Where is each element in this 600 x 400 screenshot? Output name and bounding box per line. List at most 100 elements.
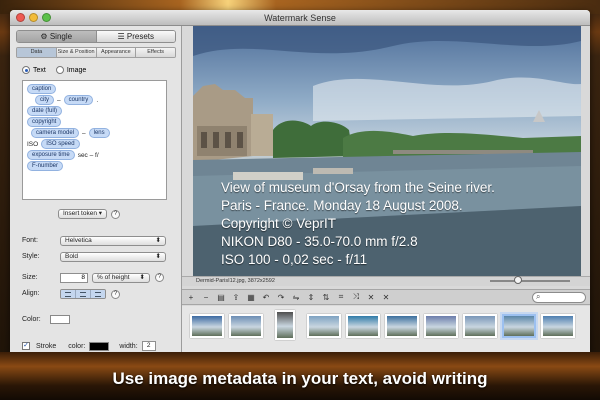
shuffle-icon[interactable]: ⤨ xyxy=(351,292,361,302)
rotate-right-icon[interactable]: ↷ xyxy=(276,293,286,302)
help-icon[interactable]: ? xyxy=(111,209,121,219)
watermark-line: Copyright © VeprIT xyxy=(221,216,336,231)
insert-token-row: Insert token ▾ ? xyxy=(58,209,121,219)
metadata-token[interactable]: copyright xyxy=(27,117,62,127)
search-input[interactable] xyxy=(532,292,586,303)
presets-mode-button[interactable]: ☰ Presets xyxy=(95,31,175,42)
align-left-icon xyxy=(65,291,71,297)
help-icon[interactable]: ? xyxy=(111,290,120,299)
watermark-overlay-text: View of museum d'Orsay from the Seine ri… xyxy=(221,179,495,269)
size-input[interactable]: 8 xyxy=(60,273,88,283)
tab-effects[interactable]: Effects xyxy=(135,48,175,57)
align-center-icon xyxy=(80,291,86,297)
text-line: city – country. xyxy=(27,95,162,105)
promo-caption: Use image metadata in your text, avoid w… xyxy=(112,369,488,388)
photo-thumbnail[interactable] xyxy=(385,314,419,338)
rotate-left-icon[interactable]: ↶ xyxy=(261,293,271,302)
zoom-button[interactable] xyxy=(42,13,51,22)
photo-thumbnail[interactable] xyxy=(307,314,341,338)
photo-thumbnail[interactable] xyxy=(541,314,575,338)
text-line: copyright xyxy=(27,117,162,127)
tab-appearance[interactable]: Appearance xyxy=(95,48,136,57)
text-radio[interactable]: Text xyxy=(22,66,46,74)
align-left-button[interactable] xyxy=(61,290,76,298)
tab-size-position[interactable]: Size & Position xyxy=(55,48,96,57)
settings-tabs: Data Size & Position Appearance Effects xyxy=(16,47,176,58)
text-line: F-number xyxy=(27,161,162,171)
browser-toolbar: + − ▤ ⇪ ▦ ↶ ↷ ⇋ ⇕ ⇅ ⌗ ⤨ ✕ ✕ xyxy=(182,289,590,305)
metadata-token[interactable]: lens xyxy=(88,128,110,138)
tab-data[interactable]: Data xyxy=(17,48,56,57)
font-label: Font: xyxy=(22,237,38,244)
stroke-color-well[interactable] xyxy=(89,341,110,351)
metadata-token[interactable]: camera model xyxy=(31,128,80,138)
metadata-token[interactable]: caption xyxy=(27,84,57,94)
metadata-token[interactable]: city xyxy=(35,95,54,105)
image-preview[interactable]: View of museum d'Orsay from the Seine ri… xyxy=(193,26,581,276)
image-radio[interactable]: Image xyxy=(55,66,86,74)
metadata-token[interactable]: exposure time xyxy=(27,150,75,160)
help-icon[interactable]: ? xyxy=(155,273,164,282)
photo-thumbnail[interactable] xyxy=(275,310,295,340)
photo-thumbnail[interactable] xyxy=(229,314,263,338)
minimize-button[interactable] xyxy=(29,13,38,22)
export-icon[interactable]: ⇪ xyxy=(231,293,241,302)
close-all-icon[interactable]: ✕ xyxy=(366,293,376,302)
collapse-icon[interactable]: ✕ xyxy=(381,293,391,302)
text-separator: – xyxy=(57,96,61,104)
remove-icon[interactable]: − xyxy=(201,293,211,302)
stroke-width-label: width: xyxy=(119,342,138,350)
window-title: Watermark Sense xyxy=(264,13,336,23)
style-popup[interactable]: Bold ⬍ xyxy=(60,252,166,262)
stroke-width-input[interactable]: 2 xyxy=(141,341,156,351)
metadata-token[interactable]: country xyxy=(63,95,94,105)
settings-panel: ⚙ Single ☰ Presets Data Size & Position … xyxy=(10,26,182,356)
align-center-button[interactable] xyxy=(76,290,91,298)
resize-icon[interactable]: ⇕ xyxy=(306,293,316,302)
photo-thumbnail[interactable] xyxy=(424,314,458,338)
insert-token-popup[interactable]: Insert token ▾ xyxy=(58,209,108,219)
font-popup[interactable]: Helvetica ⬍ xyxy=(60,236,166,246)
style-label: Style: xyxy=(22,253,40,260)
metadata-token[interactable]: ISO speed xyxy=(41,139,80,149)
photo-thumbnail[interactable] xyxy=(346,314,380,338)
align-right-button[interactable] xyxy=(91,290,105,298)
title-bar: Watermark Sense xyxy=(10,10,590,26)
watermark-line: ISO 100 - 0,02 sec - f/11 xyxy=(221,252,368,267)
photo-thumbnail[interactable] xyxy=(500,312,538,340)
watermark-text-editor[interactable]: caption city – country. date (full) copyright… xyxy=(22,80,167,200)
single-mode-button[interactable]: ⚙ Single xyxy=(17,31,96,42)
tag-icon[interactable]: ⌗ xyxy=(336,292,346,302)
zoom-slider-track[interactable] xyxy=(490,280,570,282)
text-line: ISO ISO speed xyxy=(27,139,162,149)
size-label: Size: xyxy=(22,274,38,281)
stroke-checkbox[interactable]: ✓ xyxy=(22,342,30,350)
photo-thumbnail[interactable] xyxy=(190,314,224,338)
text-literal: . xyxy=(96,96,99,104)
thumbnail-strip xyxy=(182,306,590,356)
add-icon[interactable]: + xyxy=(186,293,196,302)
align-control xyxy=(60,289,106,299)
metadata-token[interactable]: F-number xyxy=(27,161,64,171)
chevron-down-icon: ⬍ xyxy=(155,237,161,244)
metadata-token[interactable]: date (full) xyxy=(27,106,63,116)
text-line: camera model – lens xyxy=(27,128,162,138)
text-color-well[interactable] xyxy=(50,315,70,324)
text-separator: – xyxy=(82,129,86,137)
color-label: Color: xyxy=(22,316,41,323)
watermark-line: View of museum d'Orsay from the Seine ri… xyxy=(221,180,495,195)
close-button[interactable] xyxy=(16,13,25,22)
size-unit-popup[interactable]: % of height ⬍ xyxy=(92,273,150,283)
text-line: exposure time sec – f/ xyxy=(27,150,162,160)
sort-icon[interactable]: ⇅ xyxy=(321,293,331,302)
folder-icon[interactable]: ▤ xyxy=(216,293,226,302)
grid-icon[interactable]: ▦ xyxy=(246,293,256,302)
watermark-line: Paris - France. Monday 18 August 2008. xyxy=(221,198,463,213)
flip-icon[interactable]: ⇋ xyxy=(291,293,301,302)
text-line: caption xyxy=(27,84,162,94)
photo-thumbnail[interactable] xyxy=(463,314,497,338)
text-literal: sec – f/ xyxy=(77,151,99,159)
gear-icon: ⚙ xyxy=(40,32,50,41)
zoom-slider-knob[interactable] xyxy=(514,276,522,284)
chevron-down-icon: ⬍ xyxy=(139,274,145,281)
